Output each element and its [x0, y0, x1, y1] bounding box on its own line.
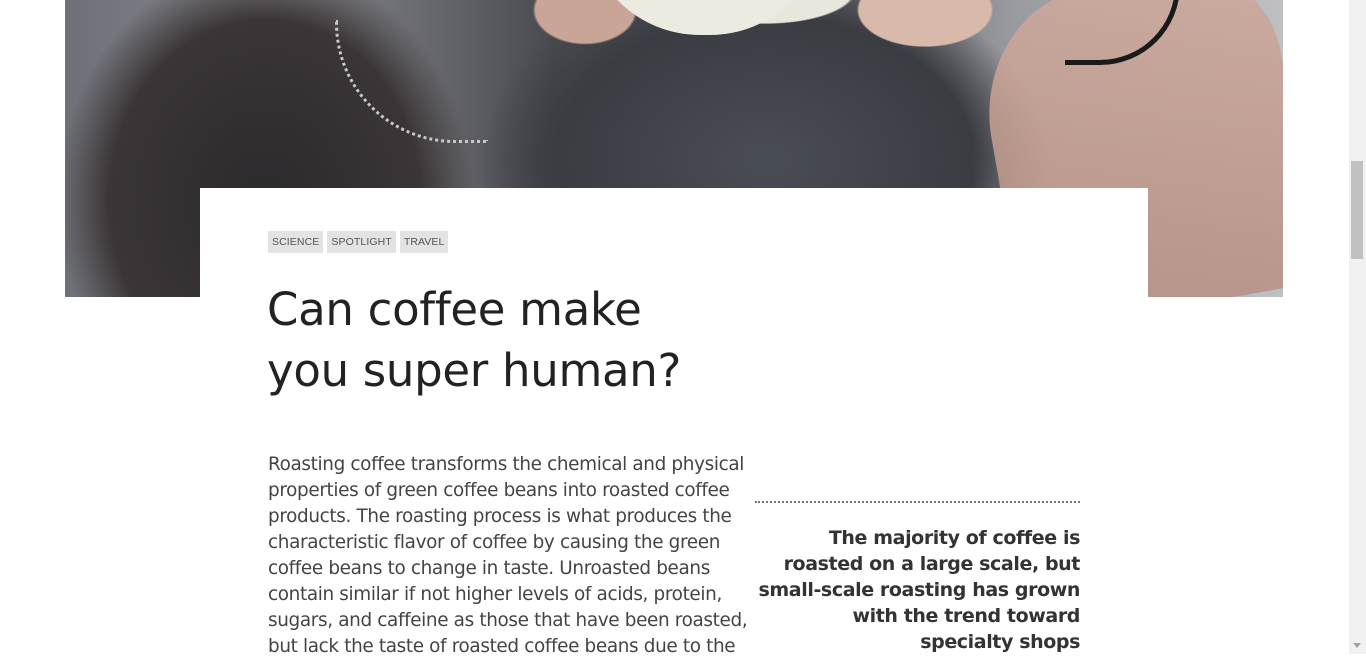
scroll-down-arrow-icon[interactable] [1353, 643, 1361, 648]
article-title: Can coffee make you super human? [267, 279, 707, 401]
tag-science[interactable]: SCIENCE [268, 231, 324, 253]
article-body: Roasting coffee transforms the chemical … [268, 454, 748, 657]
article-title-line1: Can coffee make [267, 283, 642, 336]
page-scrollbar[interactable] [1349, 0, 1366, 654]
article-card: SCIENCE SPOTLIGHT TRAVEL Can coffee make… [200, 188, 1148, 658]
article-title-line2: you super human? [267, 344, 682, 397]
scrollbar-thumb[interactable] [1351, 161, 1363, 259]
pull-quote-text: The majority of coffee is roasted on a l… [758, 527, 1080, 653]
necklace-shape [335, 20, 488, 143]
coffee-mug-shape [585, 0, 825, 35]
tag-list: SCIENCE SPOTLIGHT TRAVEL [268, 231, 449, 253]
tag-spotlight[interactable]: SPOTLIGHT [327, 231, 396, 253]
pull-quote: The majority of coffee is roasted on a l… [755, 501, 1080, 655]
tag-travel[interactable]: TRAVEL [399, 231, 449, 253]
